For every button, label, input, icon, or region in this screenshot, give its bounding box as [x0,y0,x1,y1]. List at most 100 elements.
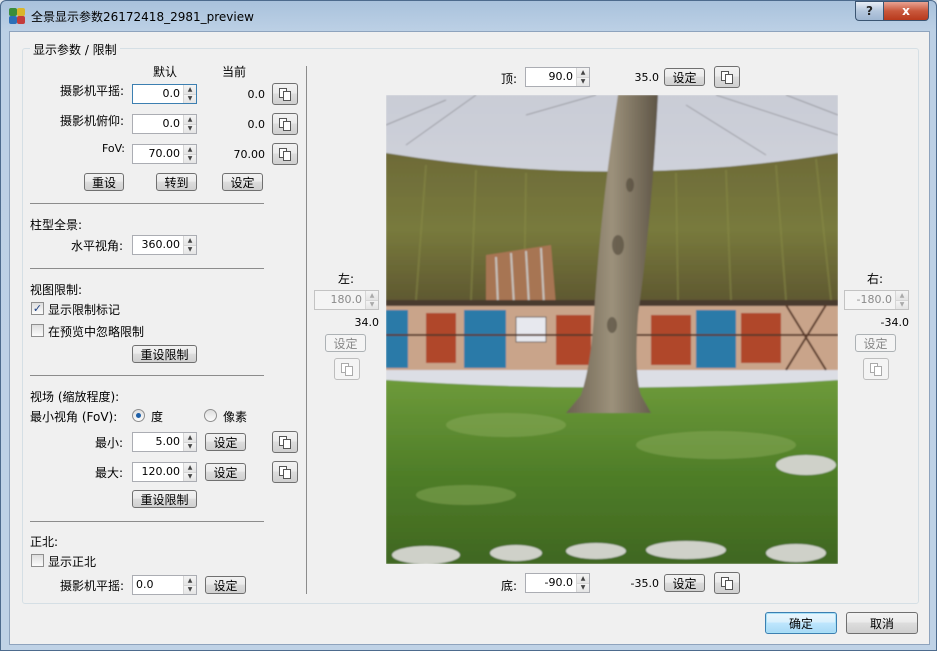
cancel-button[interactable]: 取消 [846,612,918,634]
copy-icon [279,87,291,101]
show-limit-markers-label[interactable]: 显示限制标记 [48,301,120,318]
show-limit-markers-checkbox[interactable]: ✓ [31,302,44,315]
copy-min-fov-button[interactable] [272,431,298,453]
spin-down-icon[interactable]: ▼ [184,154,196,163]
copy-max-fov-button[interactable] [272,461,298,483]
top-limit-label: 顶: [501,72,518,86]
close-button[interactable]: x [883,1,929,21]
unit-degree-radio[interactable] [132,409,145,422]
unit-pixel-label[interactable]: 像素 [223,408,247,425]
window-title: 全景显示参数26172418_2981_preview [31,10,254,24]
copy-icon [721,576,733,590]
right-limit-current: -34.0 [880,316,909,329]
copy-icon [721,70,733,84]
copy-icon [870,362,882,376]
set-max-fov-button[interactable]: 设定 [205,463,246,481]
preview-photo-icon [386,95,838,564]
copy-left-limit-button[interactable] [334,358,360,380]
column-current-label: 当前 [222,65,247,79]
spin-up-icon[interactable]: ▲ [184,85,196,95]
spin-up-icon[interactable]: ▲ [184,115,196,125]
show-north-label[interactable]: 显示正北 [48,553,96,570]
spin-down-icon[interactable]: ▼ [184,94,196,103]
top-limit-current: 35.0 [634,71,660,84]
spin-down-icon[interactable]: ▼ [184,442,196,451]
max-fov-input[interactable]: 120.00 ▲ ▼ [132,462,197,482]
top-limit-input[interactable]: 90.0 ▲ ▼ [525,67,590,87]
panorama-preview[interactable] [386,95,838,564]
camera-tilt-label: 摄影机俯仰: [60,114,125,128]
ignore-limits-label[interactable]: 在预览中忽略限制 [48,323,144,340]
dialog-body: 显示参数 / 限制 默认 当前 摄影机平摇: 0.0 ▲ ▼ 0.0 摄影机俯仰:… [9,31,930,645]
view-limits-title: 视图限制: [30,283,83,297]
spin-down-icon[interactable]: ▼ [577,583,589,592]
spin-up-icon[interactable]: ▲ [184,145,196,155]
reset-view-limits-button[interactable]: 重设限制 [132,345,197,363]
spin-up-icon[interactable]: ▲ [577,68,589,78]
spin-down-icon[interactable]: ▼ [184,472,196,481]
goto-button[interactable]: 转到 [156,173,197,191]
zoom-title: 视场 (缩放程度): [30,390,120,404]
copy-fov-button[interactable] [272,143,298,165]
set-right-limit-button[interactable]: 设定 [855,334,896,352]
fov-label: FoV: [102,142,125,155]
set-bottom-limit-button[interactable]: 设定 [664,574,705,592]
copy-tilt-button[interactable] [272,113,298,135]
fov-input[interactable]: 70.00 ▲ ▼ [132,144,197,164]
left-limit-input[interactable]: 180.0 ▲ ▼ [314,290,379,310]
min-fov-input[interactable]: 5.00 ▲ ▼ [132,432,197,452]
group-title: 显示参数 / 限制 [30,41,120,58]
unit-pixel-radio[interactable] [204,409,217,422]
north-pan-input[interactable]: 0.0 ▲ ▼ [132,575,197,595]
divider [30,203,264,204]
spin-up-icon[interactable]: ▲ [184,463,196,473]
spin-down-icon[interactable]: ▼ [184,124,196,133]
fov-current: 70.00 [233,148,266,161]
copy-pan-button[interactable] [272,83,298,105]
copy-right-limit-button[interactable] [863,358,889,380]
ok-button[interactable]: 确定 [765,612,837,634]
hfov-input[interactable]: 360.00 ▲ ▼ [132,235,197,255]
reset-zoom-limits-button[interactable]: 重设限制 [132,490,197,508]
spin-up-icon[interactable]: ▲ [184,576,196,586]
set-north-button[interactable]: 设定 [205,576,246,594]
bottom-limit-label: 底: [501,579,518,593]
copy-icon [341,362,353,376]
help-button[interactable]: ? [855,1,883,21]
spin-down-icon[interactable]: ▼ [184,585,196,594]
camera-tilt-current: 0.0 [247,118,266,131]
title-bar[interactable]: 全景显示参数26172418_2981_preview ? x [1,1,936,31]
camera-tilt-input[interactable]: 0.0 ▲ ▼ [132,114,197,134]
min-fov-label: 最小: [95,436,124,450]
spin-up-icon[interactable]: ▲ [896,291,908,301]
set-top-limit-button[interactable]: 设定 [664,68,705,86]
reset-camera-button[interactable]: 重设 [84,173,124,191]
spin-down-icon[interactable]: ▼ [184,245,196,254]
copy-icon [279,117,291,131]
left-limit-current: 34.0 [354,316,380,329]
spin-up-icon[interactable]: ▲ [184,236,196,246]
unit-degree-label[interactable]: 度 [151,408,163,425]
app-icon [9,8,25,24]
camera-pan-input[interactable]: 0.0 ▲ ▼ [132,84,197,104]
north-pan-label: 摄影机平摇: [60,579,125,593]
divider [30,268,264,269]
right-limit-input[interactable]: -180.0 ▲ ▼ [844,290,909,310]
show-north-checkbox[interactable] [31,554,44,567]
set-camera-button[interactable]: 设定 [222,173,263,191]
copy-bottom-limit-button[interactable] [714,572,740,594]
spin-down-icon[interactable]: ▼ [577,77,589,86]
set-left-limit-button[interactable]: 设定 [325,334,366,352]
camera-pan-current: 0.0 [247,88,266,101]
copy-top-limit-button[interactable] [714,66,740,88]
left-limit-label: 左: [338,272,355,286]
spin-up-icon[interactable]: ▲ [366,291,378,301]
spin-down-icon[interactable]: ▼ [366,300,378,309]
ignore-limits-checkbox[interactable] [31,324,44,337]
column-default-label: 默认 [153,65,178,79]
spin-up-icon[interactable]: ▲ [577,574,589,584]
spin-down-icon[interactable]: ▼ [896,300,908,309]
set-min-fov-button[interactable]: 设定 [205,433,246,451]
bottom-limit-input[interactable]: -90.0 ▲ ▼ [525,573,590,593]
spin-up-icon[interactable]: ▲ [184,433,196,443]
